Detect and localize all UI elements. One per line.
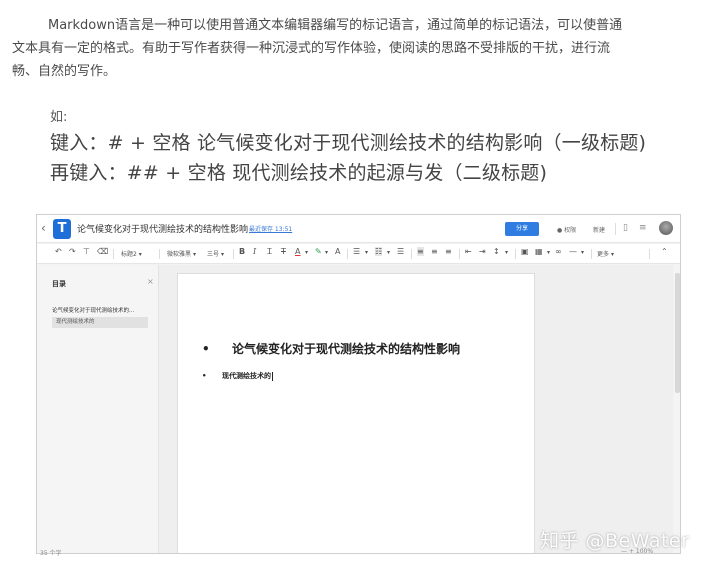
- font-color-icon[interactable]: A: [295, 247, 300, 256]
- bullet-icon: •: [202, 372, 207, 380]
- document-page[interactable]: • 论气候变化对于现代测绘技术的结构性影响 • 现代测绘技术的: [177, 273, 535, 553]
- word-count: 35 个字: [40, 550, 62, 557]
- intro-line1-text: Markdown语言是一种可以使用普通文本编辑器编写的标记语言，通过简单的标记语…: [48, 18, 623, 33]
- unordered-list-icon[interactable]: ☰: [353, 247, 360, 256]
- editor-screenshot: ‹ T 论气候变化对于现代测绘技术的结构性影响 最近保存 13:51 分享 ● …: [36, 214, 681, 554]
- intro-paragraph-line1: Markdown语言是一种可以使用普通文本编辑器编写的标记语言，通过简单的标记语…: [12, 14, 712, 37]
- chevron-down-icon[interactable]: ▾: [547, 249, 550, 256]
- heading-style-select[interactable]: 标题2 ▾: [121, 249, 142, 258]
- intro-paragraph-line3: 畅、自然的写作。: [12, 64, 117, 79]
- collapse-toolbar-icon[interactable]: ⌃: [661, 247, 668, 256]
- more-menu[interactable]: 更多 ▾: [597, 249, 614, 258]
- scrollbar[interactable]: [674, 265, 680, 553]
- divider-line-icon[interactable]: —: [569, 247, 577, 256]
- chevron-down-icon[interactable]: ▾: [387, 249, 390, 256]
- ordered-list-icon[interactable]: ☷: [375, 247, 383, 256]
- heading-style-value: 标题2: [121, 251, 137, 258]
- lock-icon: ●: [557, 227, 563, 234]
- format-painter-icon[interactable]: ⊤: [83, 247, 90, 256]
- clear-style-icon[interactable]: Ꮖ: [267, 247, 272, 257]
- clear-format-icon[interactable]: ⌫: [97, 247, 108, 256]
- bold-icon[interactable]: B: [239, 247, 245, 256]
- heading-1-text: 论气候变化对于现代测绘技术的结构性影响: [232, 342, 461, 356]
- chevron-down-icon[interactable]: ▾: [581, 249, 584, 256]
- toc-item-heading1[interactable]: 论气候变化对于现代测绘技术的...: [52, 306, 134, 314]
- chevron-down-icon[interactable]: ▾: [305, 249, 308, 256]
- share-button[interactable]: 分享: [505, 222, 539, 236]
- indent-increase-icon[interactable]: ⇥: [479, 247, 486, 256]
- scroll-thumb[interactable]: [675, 273, 680, 393]
- redo-icon[interactable]: ↷: [69, 247, 76, 256]
- toolbar-divider: [113, 249, 114, 259]
- permission-button[interactable]: ● 权限: [557, 225, 576, 234]
- watermark: 知乎 @BeWater: [540, 530, 690, 552]
- close-icon[interactable]: ×: [147, 277, 154, 286]
- toc-sidebar: 目录 × 论气候变化对于现代测绘技术的... 现代测绘技术的: [37, 265, 159, 553]
- font-size-select[interactable]: 三号 ▾: [207, 249, 224, 258]
- text-style-icon[interactable]: A: [335, 247, 340, 256]
- bullet-icon: •: [202, 342, 210, 356]
- undo-icon[interactable]: ↶: [55, 247, 62, 256]
- align-right-icon[interactable]: ≡: [445, 247, 452, 256]
- table-icon[interactable]: ▦: [535, 247, 543, 256]
- line-spacing-icon[interactable]: ↕: [493, 247, 500, 256]
- mobile-icon[interactable]: ▯: [623, 223, 628, 233]
- toolbar-divider: [159, 249, 160, 259]
- align-center-icon[interactable]: ≡: [431, 247, 438, 256]
- back-chevron-icon[interactable]: ‹: [41, 221, 46, 235]
- font-family-select[interactable]: 微软雅黑 ▾: [167, 249, 196, 258]
- heading-1[interactable]: • 论气候变化对于现代测绘技术的结构性影响: [202, 340, 460, 357]
- font-family-value: 微软雅黑: [167, 251, 192, 258]
- example-label: 如:: [50, 110, 68, 125]
- checklist-icon[interactable]: ☰: [397, 247, 404, 256]
- save-status: 最近保存 13:51: [249, 226, 293, 233]
- intro-paragraph-line2: 文本具有一定的格式。有助于写作者获得一种沉浸式的写作体验，使阅读的思路不受排版的…: [12, 41, 611, 56]
- toolbar-divider: [347, 249, 348, 259]
- toolbar-divider: [411, 249, 412, 259]
- chevron-down-icon: ▾: [610, 251, 614, 258]
- toolbar-divider: [233, 249, 234, 259]
- toc-item-heading2[interactable]: 现代测绘技术的: [52, 317, 148, 328]
- text-cursor: [272, 371, 273, 381]
- app-logo-icon: T: [53, 219, 71, 239]
- doc-title[interactable]: 论气候变化对于现代测绘技术的结构性影响: [77, 222, 248, 235]
- chevron-down-icon: ▾: [220, 251, 224, 258]
- chevron-down-icon[interactable]: ▾: [365, 249, 368, 256]
- align-left-icon[interactable]: ≡: [417, 247, 424, 256]
- toc-title: 目录: [52, 280, 66, 288]
- image-icon[interactable]: ▣: [521, 247, 529, 256]
- chevron-down-icon[interactable]: ▾: [505, 249, 508, 256]
- titlebar-divider: [615, 223, 616, 235]
- toolbar-divider: [459, 249, 460, 259]
- menu-icon[interactable]: ≡: [639, 223, 647, 233]
- link-icon[interactable]: ∞: [555, 247, 562, 256]
- font-size-value: 三号: [207, 251, 220, 258]
- chevron-down-icon: ▾: [138, 251, 142, 258]
- example-line-2: 再键入：## + 空格 现代测绘技术的起源与发（二级标题): [50, 162, 548, 184]
- editor-canvas: • 论气候变化对于现代测绘技术的结构性影响 • 现代测绘技术的: [159, 265, 673, 553]
- heading-2[interactable]: • 现代测绘技术的: [202, 371, 273, 381]
- avatar[interactable]: [659, 221, 673, 235]
- toolbar-divider: [515, 249, 516, 259]
- more-label: 更多: [597, 251, 610, 258]
- heading-2-text: 现代测绘技术的: [222, 372, 271, 380]
- example-line-1: 键入：# + 空格 论气候变化对于现代测绘技术的结构影响（一级标题): [50, 132, 647, 154]
- permission-label: 权限: [564, 227, 577, 234]
- indent-decrease-icon[interactable]: ⇤: [465, 247, 472, 256]
- highlight-icon[interactable]: ✎: [315, 247, 322, 256]
- toolbar-divider: [649, 249, 650, 259]
- chevron-down-icon[interactable]: ▾: [325, 249, 328, 256]
- editor-titlebar: ‹ T 论气候变化对于现代测绘技术的结构性影响 最近保存 13:51 分享 ● …: [37, 215, 680, 243]
- new-button[interactable]: 新建: [593, 225, 605, 234]
- italic-icon[interactable]: I: [253, 247, 256, 256]
- format-toolbar: ↶ ↷ ⊤ ⌫ 标题2 ▾ 微软雅黑 ▾ 三号 ▾ B I Ꮖ T A ▾ ✎ …: [37, 244, 680, 264]
- strikethrough-icon[interactable]: T: [281, 247, 286, 256]
- chevron-down-icon: ▾: [192, 251, 196, 258]
- toolbar-divider: [591, 249, 592, 259]
